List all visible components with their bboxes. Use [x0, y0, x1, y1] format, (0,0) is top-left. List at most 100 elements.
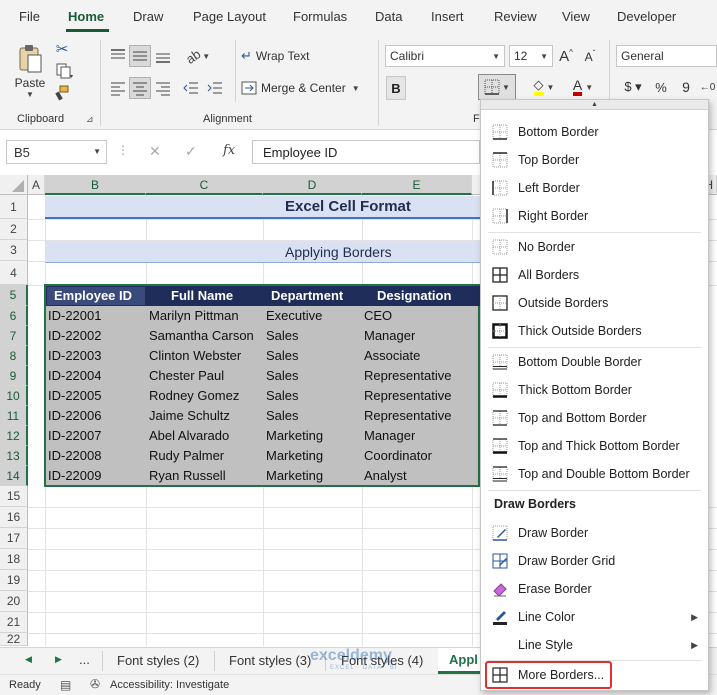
column-header-d[interactable]: D: [263, 175, 362, 195]
menu-item-draw-border-grid[interactable]: Draw Border Grid: [481, 547, 708, 575]
table-cell[interactable]: Ryan Russell: [149, 468, 226, 483]
row-header-22[interactable]: 22: [0, 633, 28, 646]
sheet-tab-font-styles-2[interactable]: Font styles (2): [117, 648, 199, 674]
name-box[interactable]: B5 ▼: [6, 140, 107, 164]
table-cell[interactable]: Coordinator: [364, 448, 432, 463]
table-cell[interactable]: Jaime Schultz: [149, 408, 230, 423]
row-header-20[interactable]: 20: [0, 591, 28, 612]
tab-formulas[interactable]: Formulas: [293, 9, 347, 24]
menu-item-line-color[interactable]: Line Color ▶: [481, 603, 708, 631]
table-cell[interactable]: Rodney Gomez: [149, 388, 239, 403]
row-header-14[interactable]: 14: [0, 466, 28, 486]
formula-input[interactable]: Employee ID: [252, 140, 480, 164]
row-header-4[interactable]: 4: [0, 261, 28, 285]
scroll-left-icon[interactable]: ◀: [25, 654, 32, 665]
tab-view[interactable]: View: [562, 9, 590, 24]
row-header-5[interactable]: 5: [0, 285, 28, 306]
table-header-designation[interactable]: Designation: [377, 288, 451, 303]
fill-color-button[interactable]: ◇ ▼: [526, 75, 562, 99]
cut-button[interactable]: ✂: [52, 39, 72, 59]
row-header-7[interactable]: 7: [0, 326, 28, 346]
table-cell[interactable]: ID-22006: [48, 408, 101, 423]
copy-button[interactable]: ▾: [52, 61, 78, 81]
table-cell[interactable]: Manager: [364, 328, 415, 343]
menu-item-bottom-border[interactable]: Bottom Border: [481, 118, 708, 146]
row-header-18[interactable]: 18: [0, 549, 28, 570]
table-cell[interactable]: Representative: [364, 368, 451, 383]
menu-item-top-bottom-border[interactable]: Top and Bottom Border: [481, 404, 708, 432]
table-cell[interactable]: Clinton Webster: [149, 348, 241, 363]
table-cell[interactable]: Executive: [266, 308, 322, 323]
table-cell[interactable]: Abel Alvarado: [149, 428, 229, 443]
tab-draw[interactable]: Draw: [133, 9, 163, 24]
table-cell[interactable]: Associate: [364, 348, 420, 363]
decrease-indent-button[interactable]: [180, 77, 202, 99]
table-cell[interactable]: Marketing: [266, 428, 323, 443]
table-cell[interactable]: Chester Paul: [149, 368, 224, 383]
cancel-icon[interactable]: ✕: [149, 143, 161, 160]
tab-review[interactable]: Review: [494, 9, 537, 24]
row-header-1[interactable]: 1: [0, 195, 28, 219]
decrease-font-size-button[interactable]: Aˇ: [580, 45, 600, 67]
tab-page-layout[interactable]: Page Layout: [193, 9, 266, 24]
title-banner[interactable]: Excel Cell Format: [45, 196, 480, 219]
table-cell[interactable]: Samantha Carson: [149, 328, 254, 343]
table-cell[interactable]: ID-22001: [48, 308, 101, 323]
row-header-13[interactable]: 13: [0, 446, 28, 466]
menu-item-top-double-bottom-border[interactable]: Top and Double Bottom Border: [481, 460, 708, 488]
table-cell[interactable]: ID-22002: [48, 328, 101, 343]
table-cell[interactable]: Sales: [266, 348, 299, 363]
column-header-e[interactable]: E: [362, 175, 472, 195]
table-cell[interactable]: Sales: [266, 368, 299, 383]
menu-item-all-borders[interactable]: All Borders: [481, 261, 708, 289]
table-cell[interactable]: ID-22007: [48, 428, 101, 443]
row-header-19[interactable]: 19: [0, 570, 28, 591]
row-header-15[interactable]: 15: [0, 486, 28, 507]
table-header-department[interactable]: Department: [271, 288, 343, 303]
row-header-12[interactable]: 12: [0, 426, 28, 446]
comma-style-button[interactable]: 9: [675, 76, 697, 98]
row-header-2[interactable]: 2: [0, 219, 28, 240]
column-header-a[interactable]: A: [28, 175, 45, 195]
table-cell[interactable]: Sales: [266, 328, 299, 343]
table-cell[interactable]: CEO: [364, 308, 392, 323]
table-cell[interactable]: Representative: [364, 408, 451, 423]
menu-item-more-borders[interactable]: More Borders...: [481, 661, 708, 689]
scroll-up-icon[interactable]: ▲: [481, 100, 708, 110]
row-header-10[interactable]: 10: [0, 386, 28, 406]
align-left-button[interactable]: [107, 77, 129, 99]
table-cell[interactable]: ID-22003: [48, 348, 101, 363]
increase-font-size-button[interactable]: A^: [556, 45, 576, 67]
tab-home[interactable]: Home: [68, 9, 104, 24]
font-name-select[interactable]: Calibri ▼: [385, 45, 505, 67]
table-cell[interactable]: ID-22005: [48, 388, 101, 403]
table-cell[interactable]: Sales: [266, 388, 299, 403]
select-all-corner[interactable]: [0, 175, 28, 195]
subtitle-banner[interactable]: Applying Borders: [45, 241, 480, 263]
confirm-icon[interactable]: ✓: [185, 143, 197, 160]
menu-item-line-style[interactable]: Line Style ▶: [481, 631, 708, 659]
macro-record-icon[interactable]: ▤: [60, 678, 71, 692]
top-align-button[interactable]: [107, 45, 129, 67]
merge-center-button[interactable]: Merge & Center ▼: [240, 77, 370, 99]
menu-item-top-thick-bottom-border[interactable]: Top and Thick Bottom Border: [481, 432, 708, 460]
sheet-tab-active[interactable]: Appl: [438, 648, 480, 674]
row-header-11[interactable]: 11: [0, 406, 28, 426]
format-painter-button[interactable]: [52, 83, 72, 103]
row-header-17[interactable]: 17: [0, 528, 28, 549]
tab-data[interactable]: Data: [375, 9, 402, 24]
increase-decimal-button[interactable]: ←0: [698, 76, 717, 98]
middle-align-button[interactable]: [129, 45, 151, 67]
table-cell[interactable]: Analyst: [364, 468, 407, 483]
bottom-align-button[interactable]: [152, 45, 174, 67]
scroll-right-icon[interactable]: ▶: [55, 654, 62, 665]
table-cell[interactable]: Manager: [364, 428, 415, 443]
number-format-select[interactable]: General: [616, 45, 717, 67]
increase-indent-button[interactable]: [204, 77, 226, 99]
row-header-8[interactable]: 8: [0, 346, 28, 366]
tab-file[interactable]: File: [19, 9, 40, 24]
align-center-button[interactable]: [129, 77, 151, 99]
menu-item-draw-border[interactable]: Draw Border: [481, 519, 708, 547]
more-sheets-button[interactable]: ...: [79, 652, 90, 667]
accounting-format-button[interactable]: $ ▾: [618, 76, 648, 98]
